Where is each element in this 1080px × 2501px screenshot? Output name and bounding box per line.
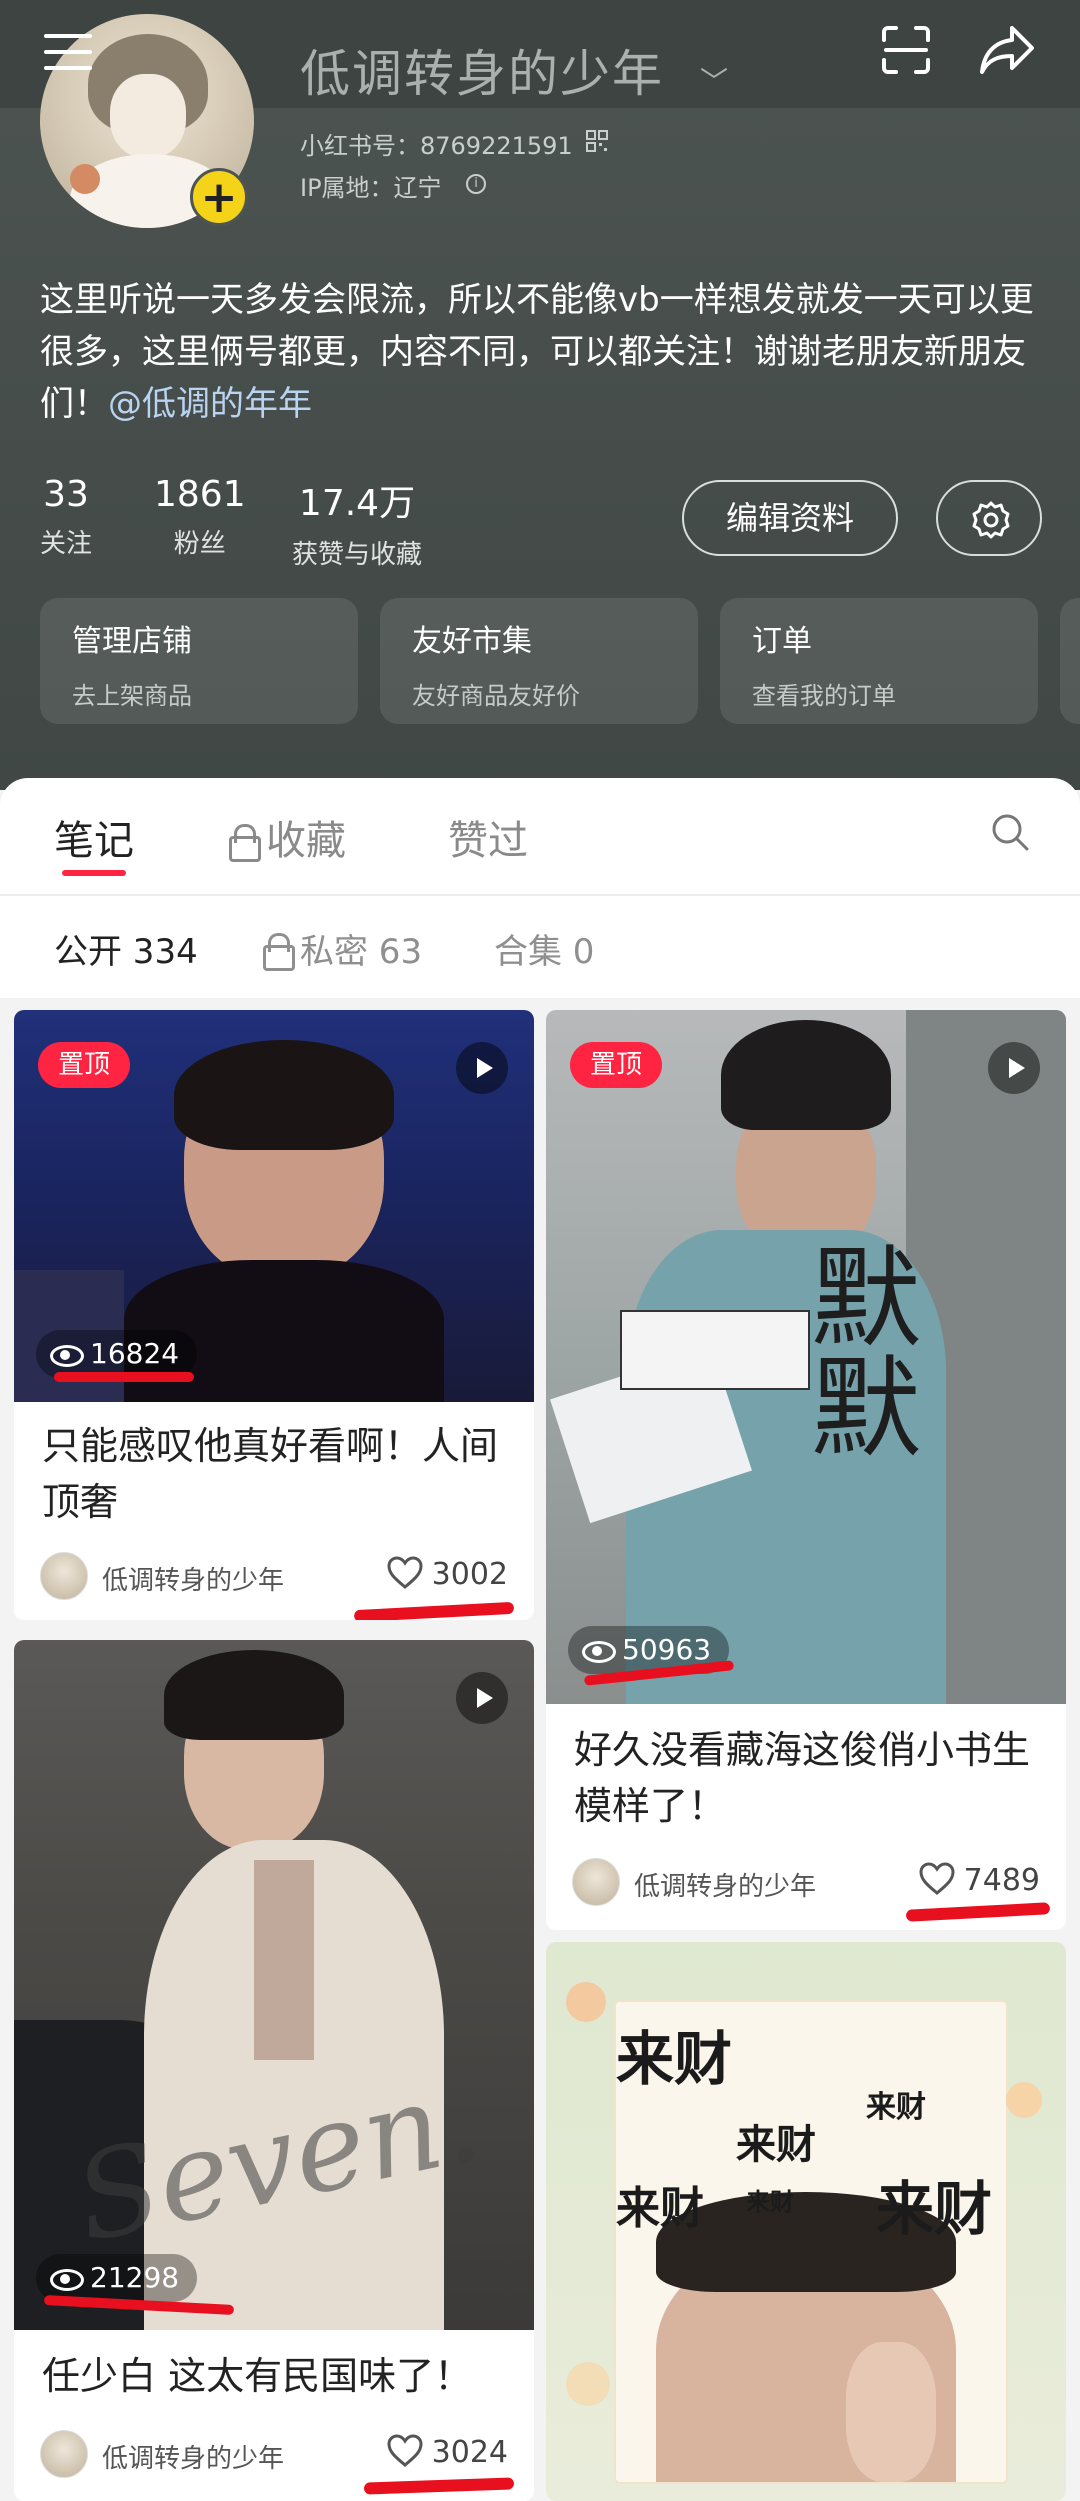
view-count-value: 50963 — [622, 1633, 712, 1666]
author-name[interactable]: 低调转身的少年 — [102, 2438, 284, 2475]
fans-label: 粉丝 — [173, 529, 226, 559]
cover-word: 来财 — [616, 2183, 704, 2234]
note-cover-image: 默默 — [546, 1010, 1066, 1704]
cover-word: 来财 — [876, 2175, 993, 2243]
like-button[interactable]: 7489 — [918, 1862, 1040, 1898]
subtab-public[interactable]: 公开 334 — [54, 924, 198, 973]
divider — [0, 894, 1080, 896]
search-icon[interactable] — [990, 812, 1030, 852]
heart-icon — [919, 1862, 955, 1895]
subtab-private-label: 私密 63 — [300, 932, 423, 972]
shortcut-title: 友好市集 — [412, 624, 532, 659]
menu-icon[interactable] — [44, 34, 92, 74]
shortcut-more[interactable] — [1060, 598, 1080, 724]
video-play-icon — [988, 1042, 1040, 1094]
active-tab-indicator — [62, 870, 126, 876]
shortcut-market[interactable]: 友好市集 友好商品友好价 — [380, 598, 698, 724]
note-card[interactable]: Seven. 21298 任少白 这太有民国味了！ 低调转身的少年 3024 — [14, 1640, 534, 2501]
eye-icon — [582, 1641, 616, 1663]
heart-icon — [387, 1556, 423, 1589]
tabs-panel: 笔记 收藏 赞过 公开 334 私密 63 合集 0 — [0, 778, 1080, 998]
note-title[interactable]: 好久没看藏海这俊俏小书生模样了！ — [574, 1722, 1044, 1834]
edit-profile-button[interactable]: 编辑资料 — [682, 480, 898, 556]
note-title[interactable]: 只能感叹他真好看啊！人间顶奢 — [42, 1418, 512, 1530]
profile-nickname[interactable]: 低调转身的少年 — [300, 34, 664, 106]
view-count-value: 21298 — [90, 2261, 180, 2294]
cover-word: 来财 — [616, 2025, 733, 2093]
gear-icon — [972, 501, 1010, 539]
qr-code-icon[interactable] — [586, 130, 608, 152]
shortcut-orders[interactable]: 订单 查看我的订单 — [720, 598, 1038, 724]
red-underline-mark — [353, 1601, 515, 1620]
author-name[interactable]: 低调转身的少年 — [102, 1560, 284, 1597]
chevron-down-icon[interactable]: ﹀ — [700, 60, 728, 100]
pinned-badge: 置顶 — [570, 1042, 663, 1088]
like-count: 3002 — [431, 1557, 508, 1592]
likes-label: 获赞与收藏 — [292, 540, 423, 570]
view-count-value: 16824 — [90, 1337, 180, 1370]
bio-mention[interactable]: @低调的年年 — [108, 384, 312, 424]
cover-word: 来财 — [866, 2090, 926, 2125]
heart-icon — [387, 2434, 423, 2467]
scan-icon[interactable] — [880, 24, 932, 76]
author-avatar[interactable] — [40, 2430, 88, 2478]
shortcut-title: 管理店铺 — [72, 624, 192, 659]
stat-likes[interactable]: 17.4万 获赞与收藏 — [292, 474, 422, 571]
subtab-private[interactable]: 私密 63 — [262, 924, 422, 973]
like-count: 7489 — [963, 1863, 1040, 1898]
stat-fans[interactable]: 1861 粉丝 — [154, 474, 246, 560]
author-avatar[interactable] — [572, 1858, 620, 1906]
likes-count: 17.4万 — [298, 483, 416, 524]
fans-count: 1861 — [154, 474, 246, 515]
eye-icon — [50, 2269, 84, 2291]
note-card[interactable]: 置顶 16824 只能感叹他真好看啊！人间顶奢 低调转身的少年 3002 — [14, 1010, 534, 1620]
note-card[interactable]: 来财 来财 来财 来财 来财 来财 — [546, 1942, 1066, 2501]
author-avatar[interactable] — [40, 1552, 88, 1600]
tab-notes[interactable]: 笔记 — [54, 808, 134, 866]
info-icon[interactable]: i — [466, 174, 486, 194]
shortcut-subtitle: 查看我的订单 — [752, 682, 896, 710]
like-button[interactable]: 3002 — [386, 1556, 508, 1592]
lock-icon — [228, 824, 261, 862]
add-avatar-icon[interactable]: + — [190, 168, 248, 226]
shortcut-manage-store[interactable]: 管理店铺 去上架商品 — [40, 598, 358, 724]
shortcut-subtitle: 友好商品友好价 — [412, 682, 580, 710]
lock-icon — [262, 933, 295, 971]
cover-calligraphy: 默默 — [792, 1240, 920, 1460]
red-underline-mark — [54, 1372, 194, 1382]
note-cover-image: Seven. — [14, 1640, 534, 2330]
like-count: 3024 — [431, 2435, 508, 2470]
author-name[interactable]: 低调转身的少年 — [634, 1866, 816, 1903]
tab-liked[interactable]: 赞过 — [448, 808, 528, 866]
subtab-collection[interactable]: 合集 0 — [494, 924, 594, 973]
video-play-icon — [456, 1672, 508, 1724]
red-id: 小红书号：8769221591 — [300, 132, 573, 160]
red-underline-mark — [363, 2477, 515, 2495]
red-underline-mark — [905, 1902, 1051, 1922]
profile-bio: 这里听说一天多发会限流，所以不能像vb一样想发就发一天可以更很多，这里俩号都更，… — [40, 274, 1050, 430]
note-title[interactable]: 任少白 这太有民国味了！ — [42, 2348, 512, 2404]
tab-collect-label: 收藏 — [266, 818, 346, 864]
shortcut-subtitle: 去上架商品 — [72, 682, 192, 710]
view-count: 21298 — [36, 2254, 198, 2302]
profile-header: + 低调转身的少年 ﹀ 小红书号：8769221591 IP属地：辽宁 i 这里… — [0, 0, 1080, 790]
eye-icon — [50, 1345, 84, 1367]
view-count: 16824 — [36, 1330, 198, 1378]
video-play-icon — [456, 1042, 508, 1094]
like-button[interactable]: 3024 — [386, 2434, 508, 2470]
cover-word: 来财 — [736, 2122, 816, 2168]
settings-button[interactable] — [936, 480, 1042, 556]
following-label: 关注 — [40, 529, 93, 559]
stat-following[interactable]: 33 关注 — [40, 474, 92, 560]
note-cover-image: 来财 来财 来财 来财 来财 来财 — [546, 1942, 1066, 2501]
tab-collect[interactable]: 收藏 — [228, 808, 346, 866]
shortcut-title: 订单 — [752, 624, 812, 659]
share-icon[interactable] — [978, 22, 1036, 76]
ip-location: IP属地：辽宁 — [300, 174, 442, 202]
cover-word: 来财 — [746, 2188, 794, 2216]
note-card[interactable]: 默默 置顶 50963 好久没看藏海这俊俏小书生模样了！ 低调转身的少年 748… — [546, 1010, 1066, 1930]
following-count: 33 — [43, 474, 89, 515]
pinned-badge: 置顶 — [38, 1042, 131, 1088]
